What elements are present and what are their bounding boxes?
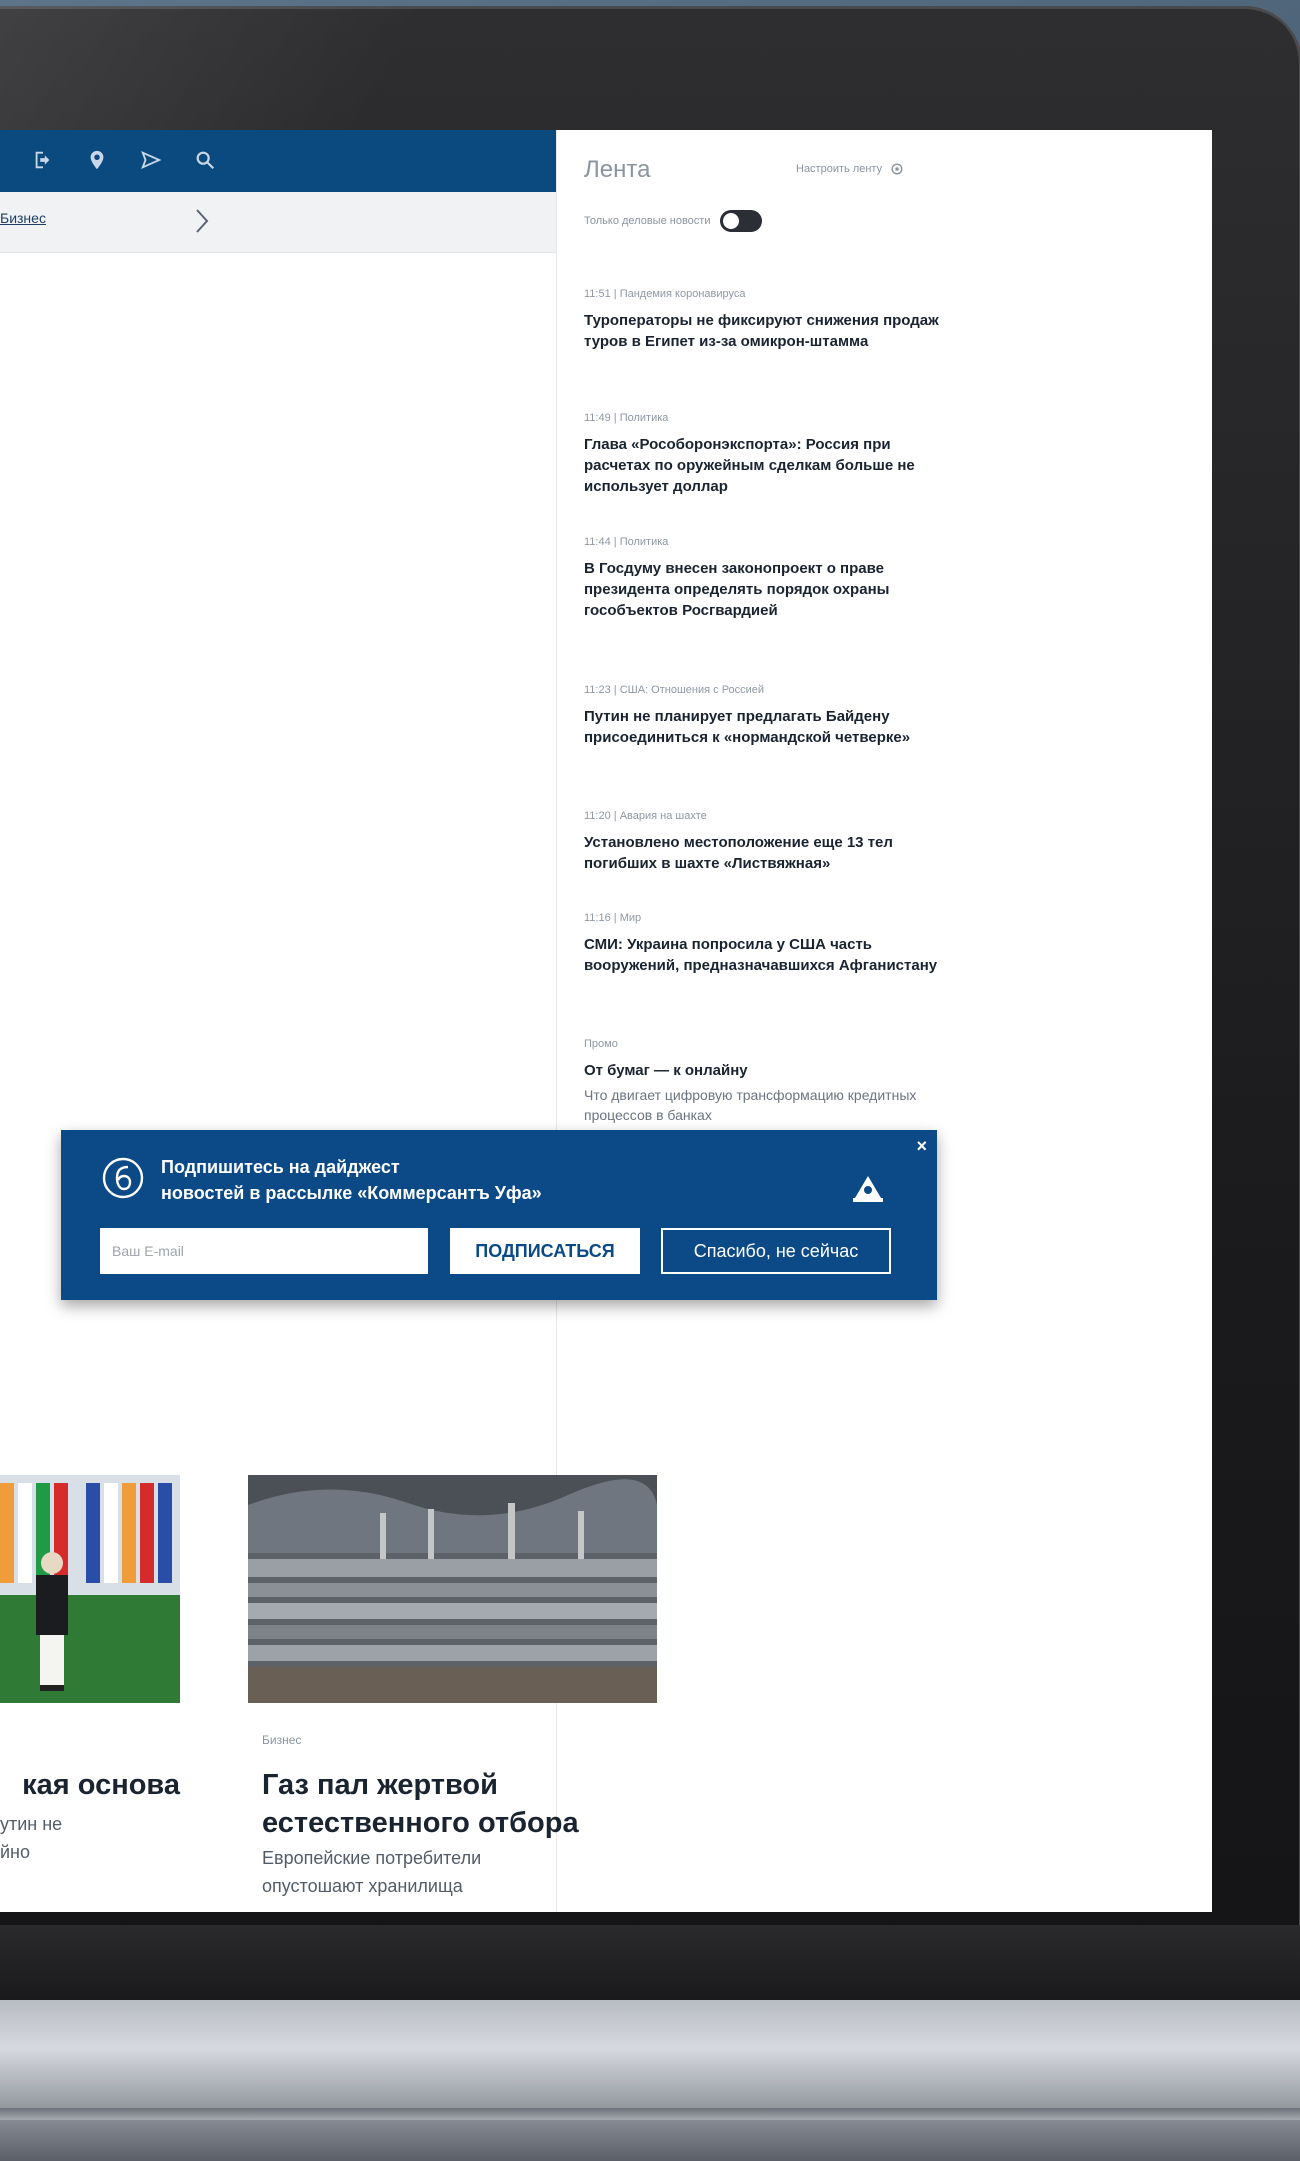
- feed-item-title[interactable]: В Госдуму внесен законопроект о праве пр…: [584, 558, 944, 621]
- feed-settings[interactable]: Настроить ленту: [796, 162, 904, 176]
- article-title[interactable]: кая основа: [0, 1766, 180, 1804]
- feed-item[interactable]: 11:44 | Политика В Госдуму внесен законо…: [584, 536, 944, 621]
- feed-title: Лента: [584, 156, 651, 183]
- article-title[interactable]: Газ пал жертвой естественного отбора: [262, 1766, 682, 1842]
- search-icon[interactable]: [192, 146, 218, 174]
- feed-item-meta: 11:51 | Пандемия коронавируса: [584, 288, 746, 300]
- feed-item-subtitle: Что двигает цифровую трансформацию креди…: [584, 1087, 917, 1123]
- feed-item-title[interactable]: Глава «Рособоронэкспорта»: Россия при ра…: [584, 434, 944, 497]
- feed-item-meta: Промо: [584, 1038, 618, 1050]
- feed-item[interactable]: 11:23 | США: Отношения с Россией Путин н…: [584, 684, 944, 748]
- feed-item-meta: 11:16 | Мир: [584, 912, 642, 924]
- feed-item[interactable]: 11:51 | Пандемия коронавируса Туроперато…: [584, 288, 944, 352]
- feed-item-meta: 11:44 | Политика: [584, 536, 669, 548]
- bezel-reflection: [0, 6, 560, 146]
- business-only-toggle-row: Только деловые новости: [584, 210, 763, 232]
- close-icon[interactable]: ×: [916, 1136, 927, 1157]
- article-category[interactable]: Бизнес: [262, 1733, 301, 1747]
- feed-settings-label[interactable]: Настроить ленту: [796, 163, 882, 175]
- site-header: [0, 130, 556, 192]
- feed-item[interactable]: 11:49 | Политика Глава «Рособоронэкспорт…: [584, 412, 944, 497]
- chevron-right-icon[interactable]: [192, 206, 212, 236]
- feed-item-promo[interactable]: Промо От бумаг — к онлайну Что двигает ц…: [584, 1038, 944, 1125]
- login-icon[interactable]: [30, 146, 56, 174]
- feed-item-title[interactable]: Туроператоры не фиксируют снижения прода…: [584, 310, 944, 352]
- article-image[interactable]: [0, 1475, 180, 1703]
- toggle-knob: [723, 213, 740, 229]
- feed-item-meta: 11:20 | Авария на шахте: [584, 810, 707, 822]
- kommersant-logo-icon: [102, 1157, 144, 1199]
- mail-bell-icon: [853, 1176, 883, 1202]
- gas-pipeline-photo: [248, 1475, 657, 1703]
- feed-item-title[interactable]: Установлено местоположение еще 13 тел по…: [584, 832, 944, 874]
- feed-item-meta: 11:49 | Политика: [584, 412, 669, 424]
- subscribe-button[interactable]: ПОДПИСАТЬСЯ: [450, 1228, 640, 1274]
- decline-button[interactable]: Спасибо, не сейчас: [661, 1228, 891, 1274]
- feed-item-title[interactable]: СМИ: Украина попросила у США часть воору…: [584, 934, 944, 976]
- subscribe-heading: Подпишитесь на дайджест новостей в рассы…: [161, 1157, 542, 1203]
- rubric-link[interactable]: Бизнес: [0, 210, 46, 226]
- laptop-base: [0, 2000, 1300, 2161]
- business-only-toggle[interactable]: [720, 210, 763, 232]
- laptop-base-lip: [0, 2108, 1300, 2120]
- rubric-bar: Бизнес: [0, 192, 556, 253]
- laptop-screen: Бизнес Лента Настроить ленту Только дело…: [0, 130, 1212, 1912]
- article-image[interactable]: [248, 1475, 657, 1703]
- send-icon[interactable]: [138, 146, 164, 174]
- location-icon[interactable]: [84, 146, 110, 174]
- feed-item-title[interactable]: Путин не планирует предлагать Байдену пр…: [584, 706, 944, 748]
- feed-item[interactable]: 11:20 | Авария на шахте Установлено мест…: [584, 810, 944, 874]
- header-icons: [30, 146, 218, 174]
- email-field[interactable]: [100, 1228, 428, 1274]
- article-lead: Европейские потребители опустошают храни…: [262, 1848, 482, 1896]
- article-lead: утин не йно: [0, 1814, 63, 1862]
- feed-item-title[interactable]: От бумаг — к онлайну: [584, 1060, 944, 1081]
- feed-item[interactable]: 11:16 | Мир СМИ: Украина попросила у США…: [584, 912, 944, 976]
- laptop-chin: [0, 1925, 1300, 2000]
- gear-icon[interactable]: [890, 162, 904, 176]
- toggle-label: Только деловые новости: [584, 215, 711, 227]
- subscribe-banner: Подпишитесь на дайджест новостей в рассы…: [61, 1130, 937, 1300]
- feed-item-meta: 11:23 | США: Отношения с Россией: [584, 684, 765, 696]
- summit-photo: [0, 1475, 180, 1703]
